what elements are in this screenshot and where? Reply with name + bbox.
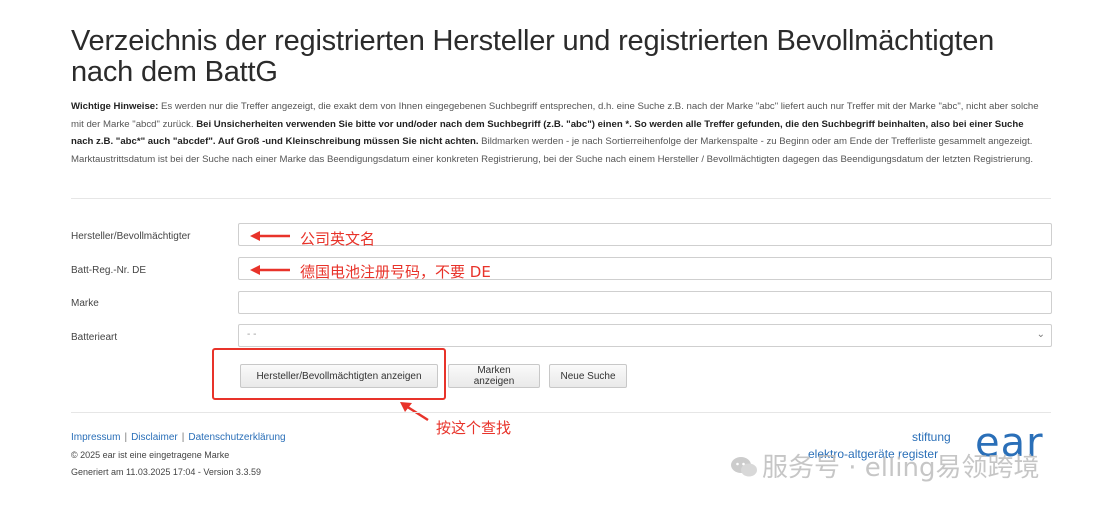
- impressum-link[interactable]: Impressum: [71, 432, 120, 443]
- footer-links: Impressum | Disclaimer | Datenschutzerklärun…: [71, 432, 286, 443]
- annotation-battery-reg: 德国电池注册号码，不要 DE: [300, 263, 491, 281]
- footer-trademark: © 2025 ear ist eine eingetragene Marke: [71, 450, 230, 460]
- brand-input[interactable]: [238, 291, 1052, 314]
- annotation-company-name: 公司英文名: [300, 230, 376, 248]
- manufacturer-label: Hersteller/Bevollmächtigter: [71, 231, 191, 242]
- disclaimer-link[interactable]: Disclaimer: [131, 432, 178, 443]
- watermark: 服务号 · elling易领跨境: [730, 447, 1039, 484]
- battery-type-value: - -: [247, 329, 257, 340]
- divider: [71, 198, 1051, 199]
- footer-generated: Generiert am 11.03.2025 17:04 - Version …: [71, 467, 261, 477]
- arrow-left-icon: [250, 265, 290, 275]
- logo-text-stiftung: stiftung: [912, 430, 951, 444]
- new-search-button[interactable]: Neue Suche: [549, 364, 627, 388]
- battery-type-label: Batterieart: [71, 332, 118, 343]
- arrow-left-icon: [250, 231, 290, 241]
- wechat-icon: [731, 457, 757, 477]
- privacy-link[interactable]: Datenschutzerklärung: [188, 432, 285, 443]
- page-title: Verzeichnis der registrierten Hersteller…: [71, 25, 995, 88]
- footer-divider: [71, 412, 1051, 413]
- show-manufacturers-button[interactable]: Hersteller/Bevollmächtigten anzeigen: [240, 364, 438, 388]
- important-notice: Wichtige Hinweise: Es werden nur die Tre…: [71, 98, 1041, 168]
- battreg-label: Batt-Reg.-Nr. DE: [71, 265, 147, 276]
- watermark-text: 服务号 · elling易领跨境: [762, 453, 1040, 483]
- annotation-click-search: 按这个查找: [436, 419, 512, 437]
- notice-lead: Wichtige Hinweise:: [71, 101, 159, 112]
- brand-label: Marke: [71, 298, 99, 309]
- chevron-down-icon: ⌄: [1036, 329, 1045, 340]
- battery-type-select[interactable]: - - ⌄: [238, 324, 1052, 347]
- show-brands-button[interactable]: Marken anzeigen: [448, 364, 540, 388]
